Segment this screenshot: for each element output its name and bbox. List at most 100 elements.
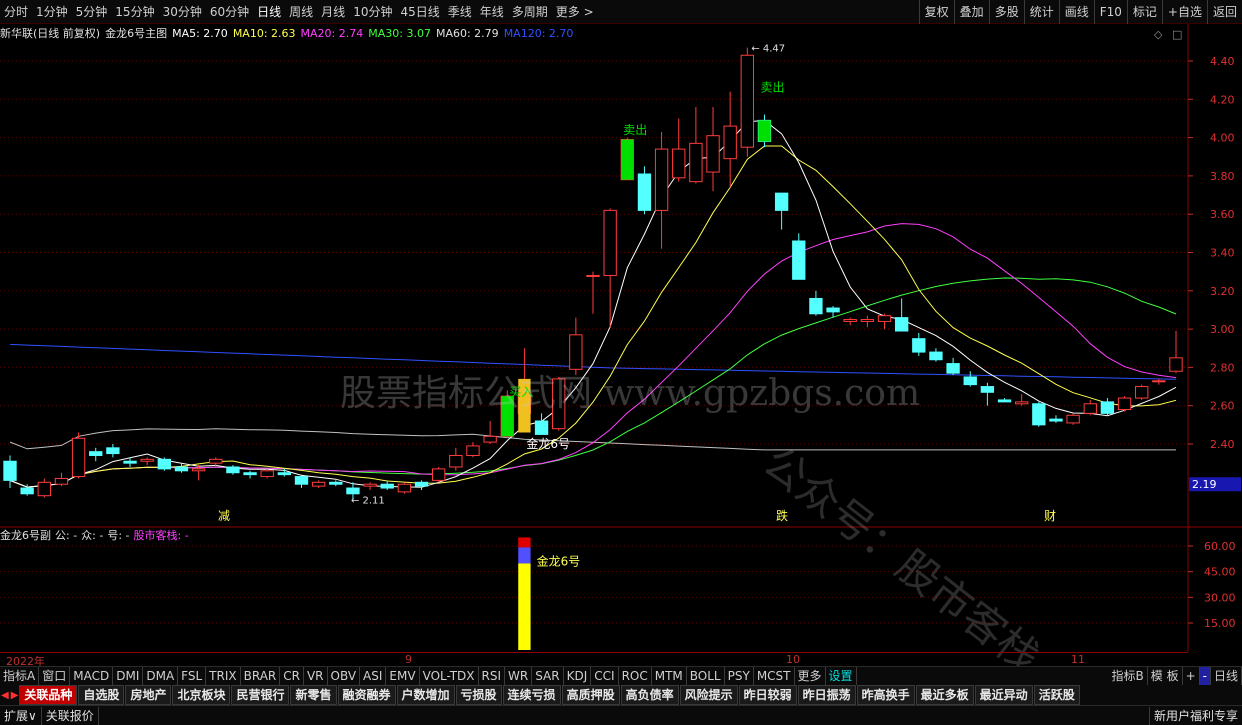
indicator-item-9[interactable]: ASI xyxy=(360,667,387,685)
indicator-right-4[interactable]: 日线 xyxy=(1211,667,1242,685)
candle-down[interactable] xyxy=(912,338,926,353)
candle-down[interactable] xyxy=(243,472,257,476)
sub-chart[interactable]: 60.00 45.00 30.00 15.00 金龙6号 xyxy=(0,537,1236,650)
indicator-item-8[interactable]: OBV xyxy=(328,667,361,685)
candle-down[interactable] xyxy=(637,173,652,211)
period-tab-4[interactable]: 30分钟 xyxy=(159,0,206,24)
toolbar-button-3[interactable]: 统计 xyxy=(1023,0,1059,24)
indicator-item-4[interactable]: TRIX xyxy=(206,667,241,685)
candle-up[interactable] xyxy=(740,54,754,148)
candle-up[interactable] xyxy=(209,458,223,464)
period-tab-5[interactable]: 60分钟 xyxy=(206,0,253,24)
toolbar-button-5[interactable]: F10 xyxy=(1093,0,1127,24)
category-tab-14[interactable]: 昨日振荡 xyxy=(797,685,856,705)
candle-down[interactable] xyxy=(226,466,240,474)
indicator-item-19[interactable]: BOLL xyxy=(687,667,725,685)
candle-down[interactable] xyxy=(774,192,789,211)
related-quote-button[interactable]: 关联报价 xyxy=(42,706,99,725)
category-tab-16[interactable]: 最近多板 xyxy=(915,685,974,705)
indicator-left-0[interactable]: 指标A xyxy=(0,667,40,685)
candle-down[interactable] xyxy=(346,487,360,495)
candle-up[interactable] xyxy=(483,435,497,443)
period-tab-3[interactable]: 15分钟 xyxy=(111,0,158,24)
indicator-item-21[interactable]: MCST xyxy=(754,667,795,685)
category-tab-13[interactable]: 昨日较弱 xyxy=(738,685,797,705)
candle-up[interactable] xyxy=(363,483,377,487)
candle-down[interactable] xyxy=(963,376,977,386)
candle-down[interactable] xyxy=(89,451,103,456)
category-tab-1[interactable]: 自选股 xyxy=(78,685,125,705)
candle-down[interactable] xyxy=(809,297,823,315)
period-tab-12[interactable]: 年线 xyxy=(476,0,508,24)
category-tab-8[interactable]: 亏损股 xyxy=(455,685,502,705)
toolbar-button-2[interactable]: 多股 xyxy=(988,0,1024,24)
category-tab-6[interactable]: 融资融券 xyxy=(337,685,396,705)
period-tab-13[interactable]: 多周期 xyxy=(508,0,552,24)
indicator-item-1[interactable]: DMI xyxy=(113,667,144,685)
candle-up[interactable] xyxy=(260,470,274,478)
category-tab-4[interactable]: 民营银行 xyxy=(231,685,290,705)
candle-up[interactable] xyxy=(843,319,857,322)
candle-up[interactable] xyxy=(603,209,617,276)
candle-up[interactable] xyxy=(54,477,69,485)
candle-down[interactable] xyxy=(792,240,806,280)
period-tab-0[interactable]: 分时 xyxy=(0,0,32,24)
candle-up[interactable] xyxy=(723,125,737,160)
indicator-item-18[interactable]: MTM xyxy=(652,667,687,685)
candle-down[interactable] xyxy=(329,481,343,485)
toolbar-button-7[interactable]: +自选 xyxy=(1161,0,1207,24)
indicator-item-10[interactable]: EMV xyxy=(386,667,420,685)
category-tab-2[interactable]: 房地产 xyxy=(125,685,172,705)
indicator-item-3[interactable]: FSL xyxy=(178,667,207,685)
indicator-right-0[interactable]: 指标B xyxy=(1109,667,1148,685)
candle-up[interactable] xyxy=(569,334,583,370)
indicator-right-2[interactable]: + xyxy=(1183,667,1200,685)
candle-up[interactable] xyxy=(71,437,86,478)
indicator-item-22[interactable]: 更多 xyxy=(795,667,826,685)
period-tab-11[interactable]: 季线 xyxy=(444,0,476,24)
category-tab-17[interactable]: 最近异动 xyxy=(974,685,1033,705)
tab-scroll-left-icon[interactable]: ◀ xyxy=(0,690,10,701)
indicator-item-11[interactable]: VOL-TDX xyxy=(420,667,479,685)
candle-up[interactable] xyxy=(654,148,669,211)
category-tab-11[interactable]: 高负债率 xyxy=(620,685,679,705)
indicator-item-7[interactable]: VR xyxy=(304,667,328,685)
indicator-item-23[interactable]: 设置 xyxy=(826,667,857,685)
candle-up[interactable] xyxy=(1066,414,1080,424)
candle-down[interactable] xyxy=(277,472,292,476)
indicator-item-15[interactable]: KDJ xyxy=(564,667,592,685)
sub-indicator-name[interactable]: 金龙6号副 xyxy=(0,527,51,543)
indicator-item-12[interactable]: RSI xyxy=(479,667,506,685)
category-tab-9[interactable]: 连续亏损 xyxy=(502,685,561,705)
category-tab-12[interactable]: 风险提示 xyxy=(679,685,738,705)
period-tab-7[interactable]: 周线 xyxy=(285,0,317,24)
candle-up[interactable] xyxy=(311,481,326,487)
candle-up[interactable] xyxy=(552,378,566,430)
candle-up[interactable] xyxy=(1135,386,1149,399)
toolbar-button-4[interactable]: 画线 xyxy=(1058,0,1094,24)
new-user-promo[interactable]: 新用户福利专享 xyxy=(1148,706,1242,725)
category-tab-3[interactable]: 北京板块 xyxy=(172,685,231,705)
candle-down[interactable] xyxy=(826,307,840,313)
candle-up[interactable] xyxy=(37,481,51,497)
candle-down[interactable] xyxy=(997,399,1012,403)
candle-up[interactable] xyxy=(191,468,206,472)
candle-down[interactable] xyxy=(380,483,394,489)
candle-down[interactable] xyxy=(3,460,17,481)
tab-scroll-right-icon[interactable]: ▶ xyxy=(10,690,20,701)
candle-down[interactable] xyxy=(174,466,189,472)
indicator-item-13[interactable]: WR xyxy=(505,667,533,685)
category-tab-15[interactable]: 昨高换手 xyxy=(856,685,915,705)
candle-up[interactable] xyxy=(877,315,892,322)
candle-down[interactable] xyxy=(414,481,429,487)
candle-down[interactable] xyxy=(894,317,909,332)
candle-down[interactable] xyxy=(929,351,943,361)
period-tab-10[interactable]: 45日线 xyxy=(396,0,443,24)
category-tab-18[interactable]: 活跃股 xyxy=(1033,685,1080,705)
indicator-name[interactable]: 金龙6号主图 xyxy=(105,25,167,41)
indicator-item-2[interactable]: DMA xyxy=(143,667,179,685)
indicator-right-1[interactable]: 模 板 xyxy=(1148,667,1183,685)
candle-down[interactable] xyxy=(980,386,995,393)
category-tab-0[interactable]: 关联品种 xyxy=(19,685,78,705)
category-tab-7[interactable]: 户数增加 xyxy=(396,685,455,705)
